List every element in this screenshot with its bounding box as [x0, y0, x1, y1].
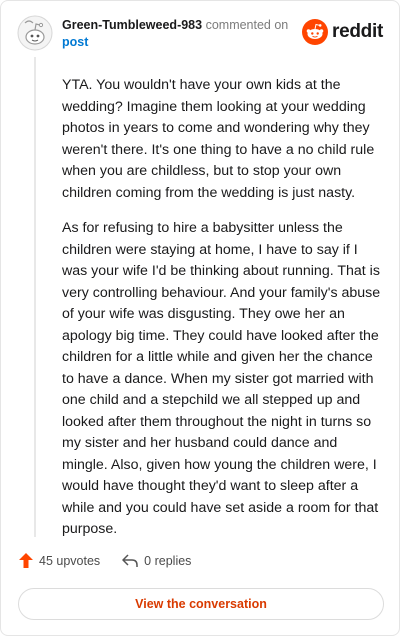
user-avatar-icon[interactable]: [17, 15, 53, 51]
reddit-wordmark: reddit: [332, 21, 383, 42]
commented-on-text: commented on: [205, 18, 289, 32]
reddit-snoo-icon: [302, 19, 329, 45]
post-link[interactable]: post: [62, 34, 302, 51]
reply-arrow-icon: [122, 553, 138, 567]
replies-button[interactable]: 0 replies: [122, 554, 191, 568]
upvote-arrow-icon: [19, 553, 33, 568]
comment-actions: 45 upvotes 0 replies: [19, 553, 213, 568]
comment-body: YTA. You wouldn't have your own kids at …: [62, 75, 382, 555]
comment-header: Green-Tumbleweed-983 commented on post: [62, 17, 302, 51]
comment-paragraph: As for refusing to hire a babysitter unl…: [62, 220, 381, 537]
thread-line: [34, 57, 36, 537]
comment-card: Green-Tumbleweed-983 commented on post r…: [0, 0, 400, 636]
view-conversation-button[interactable]: View the conversation: [18, 588, 384, 620]
reddit-logo[interactable]: reddit: [302, 19, 383, 45]
username[interactable]: Green-Tumbleweed-983: [62, 18, 202, 32]
upvote-button[interactable]: 45 upvotes: [19, 553, 100, 568]
comment-paragraph: YTA. You wouldn't have your own kids at …: [62, 77, 375, 201]
reply-count: 0 replies: [144, 553, 192, 568]
upvote-count: 45 upvotes: [39, 553, 101, 568]
